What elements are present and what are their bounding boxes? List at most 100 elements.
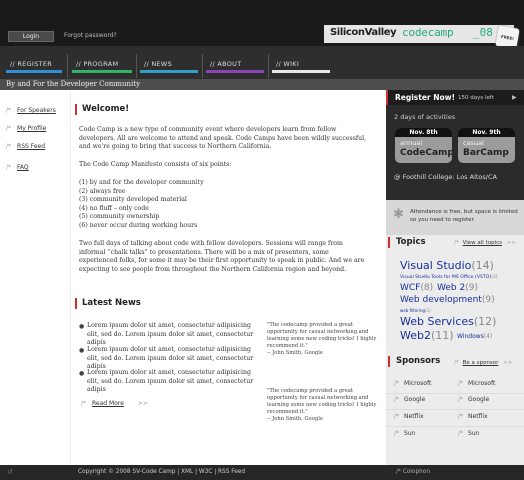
divider xyxy=(386,409,524,410)
nav-about[interactable]: // ABOUT xyxy=(202,46,268,79)
topic-name: web filtering xyxy=(400,308,426,313)
sponsor-item[interactable]: /* Sun xyxy=(394,430,415,437)
nav-about-label: ABOUT xyxy=(217,60,242,68)
nav-news[interactable]: // NEWS xyxy=(136,46,202,79)
nav-program-underline xyxy=(72,70,132,73)
topic-tag[interactable]: Web2(11) xyxy=(400,329,454,342)
login-button[interactable]: Login xyxy=(8,31,54,42)
slash-icon: /* xyxy=(6,107,12,114)
nav-slash: // xyxy=(76,60,81,68)
slash-icon: /* xyxy=(6,143,12,150)
day-card-codecamp[interactable]: Nov. 8th annual CodeCamp xyxy=(395,128,452,163)
day-card-kind: casual xyxy=(463,139,484,147)
sponsor-item[interactable]: /* Google xyxy=(458,396,489,403)
sponsor-name: Netflix xyxy=(468,413,488,420)
topic-name: Web 2 xyxy=(437,283,466,293)
slash-icon: /* xyxy=(6,125,12,132)
topic-tag[interactable]: WCF(8) xyxy=(400,283,433,293)
topic-tag[interactable]: Windows(4) xyxy=(457,333,492,340)
logo-codecamp-text: codecamp xyxy=(402,26,454,39)
sidebar-item-label: My Profile xyxy=(17,125,47,132)
nav-program[interactable]: // PROGRAM xyxy=(68,46,136,79)
topic-name: Web2 xyxy=(400,329,431,342)
sponsor-item[interactable]: /* Microsoft xyxy=(394,380,431,387)
double-arrow-icon: >> xyxy=(137,400,148,407)
be-a-sponsor-link[interactable]: /* Be a sponsor >> xyxy=(454,360,516,366)
view-all-topics-link[interactable]: /* View all topics >> xyxy=(454,240,520,246)
sponsor-item[interactable]: /* Microsoft xyxy=(458,380,495,387)
sidebar-item-label: For Speakers xyxy=(17,107,56,114)
nav-news-underline xyxy=(140,70,198,73)
colophon-link[interactable]: /* Colophon xyxy=(396,469,430,475)
right-sidebar: Register Now! 150 days left ▶ 2 days of … xyxy=(386,90,524,465)
copyright-text: Copyright © 2008 SV-Code Camp | XML | W3… xyxy=(78,469,246,475)
quote-author: -- John Smith, Google xyxy=(267,350,323,356)
sponsor-item[interactable]: /* Netflix xyxy=(394,413,424,420)
register-title: Register Now! xyxy=(395,93,456,102)
day-card-kind: annual xyxy=(400,139,423,147)
slash-icon: /* xyxy=(81,400,87,407)
topic-tag[interactable]: Visual Studio Tools for MS Office (VSTO)… xyxy=(400,275,498,280)
topic-tag[interactable]: web filtering(1) xyxy=(400,308,431,313)
register-header[interactable]: Register Now! 150 days left ▶ xyxy=(386,90,524,105)
main-content: Welcome! Code Camp is a new type of comm… xyxy=(70,90,386,465)
attendance-note: ✱ Attendance is free, but space is limit… xyxy=(386,200,524,235)
topic-name: WCF xyxy=(400,283,421,293)
attendance-text: Attendance is free, but space is limited… xyxy=(410,209,518,223)
manifesto-list: (1) by and for the developer community (… xyxy=(79,179,369,230)
topic-name: Windows xyxy=(457,333,484,340)
topics-panel: Topics /* View all topics >> Visual Studi… xyxy=(386,235,524,353)
day-card-date: Nov. 8th xyxy=(395,128,452,137)
topic-tag[interactable]: Web 2(9) xyxy=(437,283,478,293)
sidebar-item-faq[interactable]: /* FAQ xyxy=(6,164,29,171)
testimonial-quote: "The codecamp provided a great opportuni… xyxy=(267,388,379,423)
news-item-text: Lorem ipsum dolor sit amet, consectetur … xyxy=(87,322,254,346)
quote-author: -- John Smith, Google xyxy=(267,416,323,422)
topic-tag[interactable]: Web Services(12) xyxy=(400,315,496,328)
sidebar-item-for-speakers[interactable]: /* For Speakers xyxy=(6,107,56,114)
day-card-date: Nov. 9th xyxy=(458,128,515,137)
logo-year-text: _08 xyxy=(473,26,493,39)
sponsor-item[interactable]: /* Sun xyxy=(458,430,479,437)
nav-wiki-label: WIKI xyxy=(283,60,300,68)
topics-title: Topics xyxy=(388,237,426,248)
main-nav: // REGISTER // PROGRAM // NEWS // ABOUT … xyxy=(0,46,524,79)
topic-count: (9) xyxy=(465,283,478,293)
manifesto-point: (3) community developed material xyxy=(79,196,187,203)
topic-count: (8) xyxy=(420,283,434,293)
slash-icon: /* xyxy=(458,396,464,403)
topic-tag[interactable]: Web development(9) xyxy=(400,295,495,305)
topic-count: (11) xyxy=(430,329,454,342)
latest-news-title: Latest News xyxy=(75,298,141,309)
slash-icon: /* xyxy=(454,240,459,246)
site-logo[interactable]: SiliconValley codecamp _08 xyxy=(324,25,514,43)
forgot-password-link[interactable]: Forgot password? xyxy=(64,32,117,39)
sidebar-item-my-profile[interactable]: /* My Profile xyxy=(6,125,46,132)
sponsor-item[interactable]: /* Google xyxy=(394,396,425,403)
refresh-icon[interactable]: ↺ xyxy=(7,468,13,476)
days-left-text: 150 days left xyxy=(458,95,494,101)
nav-wiki[interactable]: // WIKI xyxy=(268,46,334,79)
day-card-barcamp[interactable]: Nov. 9th casual BarCamp xyxy=(458,128,515,163)
read-more-link[interactable]: /* Read More >> xyxy=(81,400,148,407)
sponsors-panel: Sponsors /* Be a sponsor >> /* Microsoft /… xyxy=(386,353,524,465)
bullet-icon: ● xyxy=(79,323,85,330)
nav-program-label: PROGRAM xyxy=(83,60,119,68)
sponsor-item[interactable]: /* Netflix xyxy=(458,413,488,420)
nav-register-underline xyxy=(6,70,62,73)
read-more-label: Read More xyxy=(92,400,124,407)
welcome-paragraph-1: Code Camp is a new type of community eve… xyxy=(79,126,367,150)
view-all-topics-label: View all topics xyxy=(462,240,503,246)
sidebar-item-rss-feed[interactable]: /* RSS Feed xyxy=(6,143,45,150)
quote-text: "The codecamp provided a great opportuni… xyxy=(267,388,377,415)
sponsors-title: Sponsors xyxy=(388,356,440,367)
nav-register[interactable]: // REGISTER xyxy=(2,46,66,79)
nav-slash: // xyxy=(276,60,281,68)
welcome-paragraph-3: Two full days of talking about code with… xyxy=(79,240,365,273)
manifesto-point: (6) never occur during working hours xyxy=(79,221,198,229)
asterisk-icon: ✱ xyxy=(393,207,404,222)
activities-subtitle: 2 days of activities xyxy=(394,113,456,121)
be-a-sponsor-label: Be a sponsor xyxy=(462,360,499,366)
bullet-icon: ● xyxy=(79,347,85,354)
topic-tag[interactable]: Visual Studio(14) xyxy=(400,259,494,272)
